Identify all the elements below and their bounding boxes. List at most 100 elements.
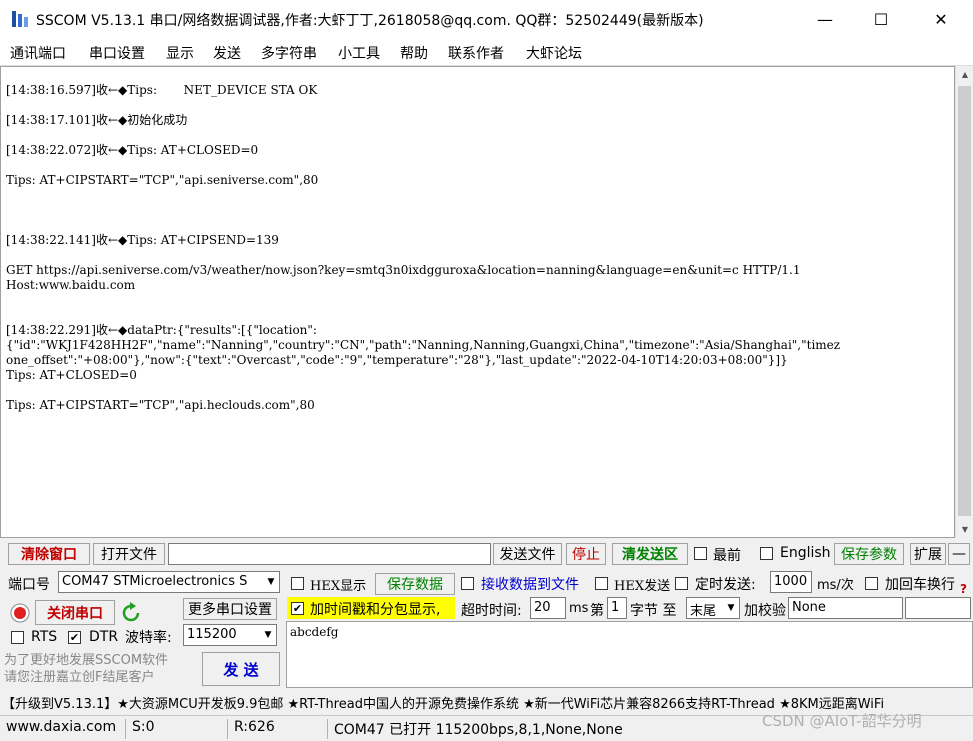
- recv-to-file-checkbox[interactable]: [461, 577, 474, 590]
- watermark: CSDN @AIoT-韶华分明: [762, 712, 922, 730]
- byte-index-input[interactable]: 1: [607, 597, 627, 619]
- timestamp-label: 加时间戳和分包显示,: [310, 602, 441, 618]
- receive-line: [14:38:17.101]收←◆初始化成功: [6, 113, 188, 127]
- receive-line: GET https://api.seniverse.com/v3/weather…: [6, 263, 801, 277]
- checksum-value: None: [792, 600, 826, 615]
- checksum-select[interactable]: None: [788, 597, 903, 619]
- interval-unit: ms/次: [817, 578, 854, 593]
- byte-end-value: 末尾: [690, 604, 717, 619]
- hex-send-checkbox[interactable]: [595, 577, 608, 590]
- receive-line: {"id":"WKJ1F428HH2F","name":"Nanning","c…: [6, 338, 841, 352]
- checksum-extra-input[interactable]: [905, 597, 971, 619]
- send-file-button[interactable]: 发送文件: [493, 543, 562, 565]
- timed-send-checkbox[interactable]: [675, 577, 688, 590]
- timeout-label: 超时时间:: [461, 603, 522, 619]
- save-data-button[interactable]: 保存数据: [375, 573, 455, 595]
- add-crlf-label: 加回车换行: [885, 577, 955, 593]
- ad-text: 【升级到V5.13.1】★大资源MCU开发板9.9包邮 ★RT-Thread中国…: [2, 697, 885, 712]
- save-params-button[interactable]: 保存参数: [834, 543, 904, 565]
- menu-serial-settings[interactable]: 串口设置: [89, 43, 145, 63]
- close-button[interactable]: ✕: [918, 0, 964, 38]
- chevron-down-icon[interactable]: ▼: [260, 625, 276, 645]
- port-status-icon: [10, 603, 30, 623]
- scroll-up-icon[interactable]: ▲: [956, 66, 973, 83]
- receive-line: [14:38:22.291]收←◆dataPtr:{"results":[{"l…: [6, 323, 317, 337]
- menu-bar: 通讯端口 串口设置 显示 发送 多字符串 小工具 帮助 联系作者 大虾论坛: [0, 38, 973, 66]
- file-path-input[interactable]: [168, 543, 491, 565]
- topmost-checkbox[interactable]: [694, 547, 707, 560]
- promo-text[interactable]: 为了更好地发展SSCOM软件 请您注册嘉立创F结尾客户: [4, 652, 194, 686]
- timeout-unit: ms: [569, 601, 589, 616]
- receive-textarea[interactable]: [14:38:16.597]收←◆Tips: NET_DEVICE STA OK…: [0, 66, 955, 538]
- chevron-down-icon[interactable]: ▼: [263, 572, 279, 592]
- receive-line: Tips: AT+CLOSED=0: [6, 368, 137, 382]
- baud-select[interactable]: 115200 ▼: [183, 624, 277, 646]
- receive-line: one_offset":"+08:00"},"now":{"text":"Ove…: [6, 353, 788, 367]
- send-text: abcdefg: [290, 625, 339, 639]
- receive-line: Host:www.baidu.com: [6, 278, 136, 292]
- collapse-button[interactable]: —: [948, 543, 970, 565]
- rts-label: RTS: [31, 629, 58, 645]
- port-select-value: COM47 STMicroelectronics S: [62, 574, 248, 589]
- stop-button[interactable]: 停止: [566, 543, 606, 565]
- menu-contact-author[interactable]: 联系作者: [448, 43, 504, 63]
- topmost-label: 最前: [713, 548, 741, 564]
- timed-send-label: 定时发送:: [695, 577, 756, 593]
- status-received: R:626: [230, 719, 328, 739]
- receive-line: [14:38:22.072]收←◆Tips: AT+CLOSED=0: [6, 143, 259, 157]
- menu-send[interactable]: 发送: [213, 43, 241, 63]
- menu-display[interactable]: 显示: [166, 43, 194, 63]
- timeout-input[interactable]: 20: [530, 597, 566, 619]
- send-button[interactable]: 发 送: [202, 652, 280, 686]
- window-title: SSCOM V5.13.1 串口/网络数据调试器,作者:大虾丁丁,2618058…: [36, 13, 704, 29]
- english-label: English: [780, 545, 831, 561]
- scroll-thumb[interactable]: [958, 86, 971, 516]
- port-select[interactable]: COM47 STMicroelectronics S ▼: [58, 571, 280, 593]
- receive-scrollbar[interactable]: ▲ ▼: [955, 66, 973, 538]
- maximize-button[interactable]: ☐: [858, 0, 904, 38]
- more-port-settings-button[interactable]: 更多串口设置: [183, 598, 277, 620]
- receive-line: [14:38:16.597]收←◆Tips: NET_DEVICE STA OK: [6, 83, 318, 97]
- dtr-checkbox[interactable]: ✔: [68, 631, 81, 644]
- help-icon[interactable]: ?: [960, 582, 967, 596]
- status-port-info: COM47 已打开 115200bps,8,1,None,None: [334, 722, 623, 738]
- menu-multi-string[interactable]: 多字符串: [261, 43, 317, 63]
- checksum-label: 加校验: [744, 603, 786, 619]
- interval-input[interactable]: 1000: [770, 571, 812, 593]
- minimize-button[interactable]: —: [802, 0, 848, 38]
- app-icon: [12, 11, 28, 27]
- expand-button[interactable]: 扩展: [910, 543, 946, 565]
- open-file-button[interactable]: 打开文件: [93, 543, 165, 565]
- byte-label-pre: 第: [590, 603, 604, 619]
- hex-display-checkbox[interactable]: [291, 577, 304, 590]
- chevron-down-icon[interactable]: ▼: [723, 598, 739, 618]
- timestamp-checkbox[interactable]: ✔: [291, 602, 304, 615]
- add-crlf-checkbox[interactable]: [865, 577, 878, 590]
- clear-send-button[interactable]: 清发送区: [612, 543, 688, 565]
- send-textarea[interactable]: abcdefg: [286, 621, 973, 688]
- title-bar: SSCOM V5.13.1 串口/网络数据调试器,作者:大虾丁丁,2618058…: [0, 0, 973, 38]
- receive-line: [14:38:22.141]收←◆Tips: AT+CIPSEND=139: [6, 233, 279, 247]
- receive-line: Tips: AT+CIPSTART="TCP","api.seniverse.c…: [6, 173, 319, 187]
- scroll-down-icon[interactable]: ▼: [956, 521, 973, 538]
- english-checkbox[interactable]: [760, 547, 773, 560]
- byte-end-select[interactable]: 末尾 ▼: [686, 597, 740, 619]
- menu-help[interactable]: 帮助: [400, 43, 428, 63]
- status-sent: S:0: [128, 719, 228, 739]
- hex-send-label: HEX发送: [614, 579, 671, 594]
- refresh-icon[interactable]: [120, 602, 142, 624]
- receive-line: Tips: AT+CIPSTART="TCP","api.heclouds.co…: [6, 398, 315, 412]
- clear-window-button[interactable]: 清除窗口: [8, 543, 90, 565]
- close-port-button[interactable]: 关闭串口: [35, 600, 115, 625]
- menu-comm-port[interactable]: 通讯端口: [10, 43, 66, 63]
- dtr-label: DTR: [89, 629, 119, 645]
- menu-forum[interactable]: 大虾论坛: [526, 43, 582, 63]
- status-site[interactable]: www.daxia.com: [2, 719, 126, 739]
- baud-label: 波特率:: [125, 630, 172, 646]
- baud-select-value: 115200: [187, 627, 237, 642]
- rts-checkbox[interactable]: [11, 631, 24, 644]
- menu-tools[interactable]: 小工具: [338, 43, 380, 63]
- hex-display-label: HEX显示: [310, 579, 367, 594]
- recv-to-file-label[interactable]: 接收数据到文件: [481, 574, 579, 594]
- port-label: 端口号: [8, 577, 50, 593]
